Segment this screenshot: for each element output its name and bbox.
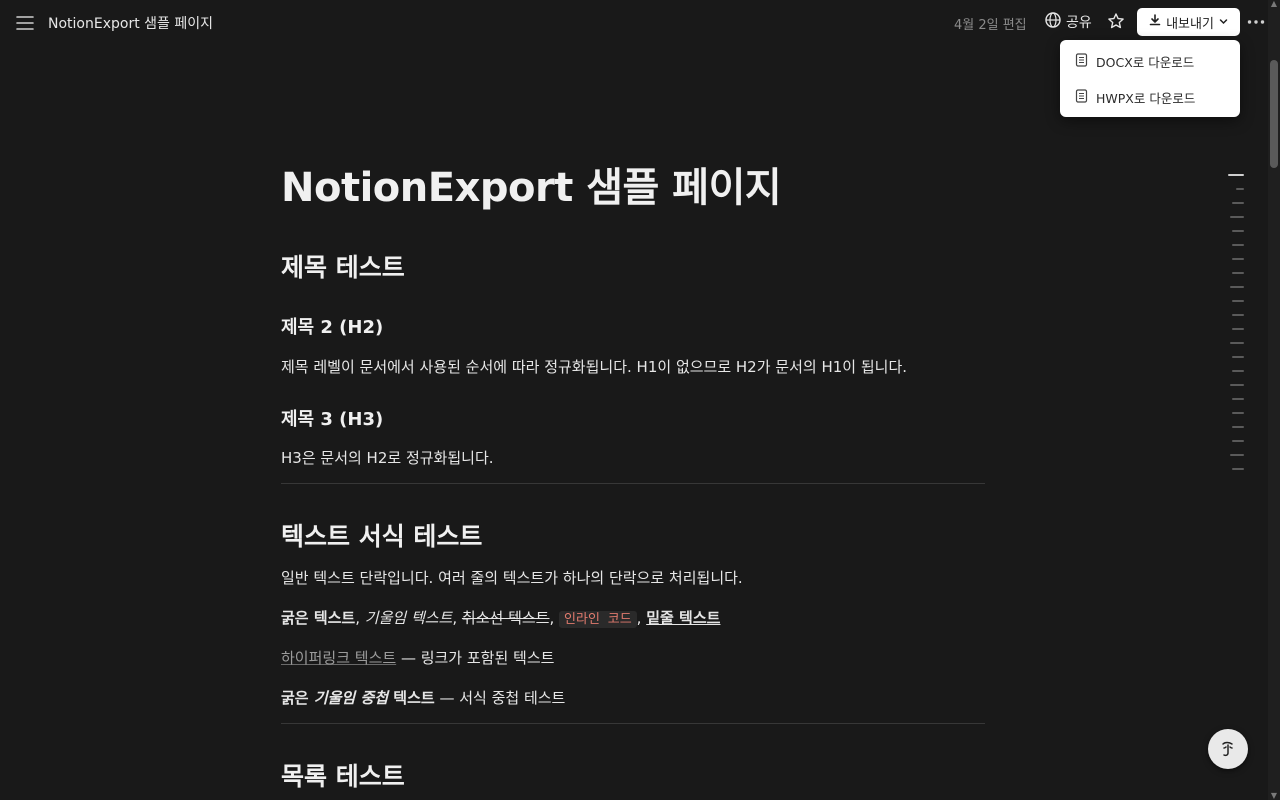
divider: [281, 723, 985, 724]
scroll-thumb[interactable]: [1270, 60, 1278, 168]
outline-entry[interactable]: [1230, 454, 1244, 456]
star-icon[interactable]: [1106, 11, 1126, 33]
paragraph-nested[interactable]: 굵은 기울임 중첩 텍스트 — 서식 중첩 테스트: [281, 687, 565, 708]
page-title[interactable]: NotionExport 샘플 페이지: [281, 155, 782, 213]
export-dropdown-menu: DOCX로 다운로드 HWPX로 다운로드: [1060, 40, 1240, 117]
outline-entry[interactable]: [1232, 468, 1244, 470]
outline-entry[interactable]: [1232, 328, 1244, 330]
outline-entry[interactable]: [1230, 342, 1244, 344]
outline-entry[interactable]: [1230, 286, 1244, 288]
menu-item-download-docx[interactable]: DOCX로 다운로드: [1060, 43, 1240, 79]
notion-ai-face-icon[interactable]: [1208, 729, 1248, 769]
outline-entry[interactable]: [1232, 356, 1244, 358]
outline-entry[interactable]: [1232, 230, 1244, 232]
outline-entry[interactable]: [1230, 384, 1244, 386]
paragraph-formatting[interactable]: 굵은 텍스트, 기울임 텍스트, 취소선 텍스트, 인라인 코드, 밑줄 텍스트: [281, 607, 720, 628]
breadcrumb-page-title[interactable]: NotionExport 샘플 페이지: [48, 13, 213, 33]
hyperlink[interactable]: 하이퍼링크 텍스트: [281, 649, 396, 667]
inline-code: 인라인 코드: [559, 611, 637, 628]
outline-entry[interactable]: [1232, 300, 1244, 302]
globe-icon: [1044, 11, 1062, 33]
share-label: 공유: [1066, 15, 1092, 31]
more-horizontal-icon[interactable]: [1246, 12, 1266, 32]
paragraph-plain[interactable]: 일반 텍스트 단락입니다. 여러 줄의 텍스트가 하나의 단락으로 처리됩니다.: [281, 567, 743, 588]
outline-entry[interactable]: [1232, 398, 1244, 400]
heading-h2[interactable]: 제목 2 (H2): [281, 313, 383, 339]
italic-text: 기울임 텍스트: [364, 609, 453, 627]
outline-entry[interactable]: [1228, 174, 1244, 176]
document-icon: [1075, 88, 1088, 106]
outline-entry[interactable]: [1232, 202, 1244, 204]
paragraph-h2[interactable]: 제목 레벨이 문서에서 사용된 순서에 따라 정규화됩니다. H1이 없으므로 …: [281, 356, 907, 377]
menu-item-label: DOCX로 다운로드: [1096, 54, 1195, 70]
share-button[interactable]: 공유: [1044, 11, 1092, 33]
outline-entry[interactable]: [1236, 188, 1244, 190]
paragraph-h3[interactable]: H3은 문서의 H2로 정규화됩니다.: [281, 447, 494, 468]
outline-entry[interactable]: [1232, 244, 1244, 246]
menu-item-label: HWPX로 다운로드: [1096, 90, 1196, 106]
menu-item-download-hwpx[interactable]: HWPX로 다운로드: [1060, 79, 1240, 115]
last-edited-label: 4월 2일 편집: [954, 18, 1027, 33]
export-button[interactable]: 내보내기: [1137, 8, 1240, 36]
heading-h3[interactable]: 제목 3 (H3): [281, 405, 383, 431]
underline-text: 밑줄 텍스트: [646, 609, 721, 627]
table-of-contents-outline[interactable]: [1224, 170, 1248, 480]
scroll-up-arrow-icon[interactable]: ▲: [1270, 0, 1278, 8]
paragraph-link: 하이퍼링크 텍스트 — 링크가 포함된 텍스트: [281, 649, 555, 667]
outline-entry[interactable]: [1232, 370, 1244, 372]
export-label: 내보내기: [1166, 16, 1214, 32]
heading-sec2[interactable]: 텍스트 서식 테스트: [281, 517, 482, 553]
hamburger-menu-icon[interactable]: [14, 12, 36, 34]
topbar: NotionExport 샘플 페이지 4월 2일 편집 공유 내보내기: [0, 0, 1268, 45]
heading-sec3[interactable]: 목록 테스트: [281, 757, 405, 793]
outline-entry[interactable]: [1232, 258, 1244, 260]
bold-italic-text: 기울임 중첩: [313, 689, 389, 707]
scroll-down-arrow-icon[interactable]: ▼: [1270, 792, 1278, 800]
heading-sec1[interactable]: 제목 테스트: [281, 248, 405, 284]
scrollbar[interactable]: ▲ ▼: [1268, 0, 1280, 800]
outline-entry[interactable]: [1232, 412, 1244, 414]
outline-entry[interactable]: [1232, 426, 1244, 428]
bold-text: 굵은 텍스트: [281, 609, 356, 627]
outline-entry[interactable]: [1232, 440, 1244, 442]
outline-entry[interactable]: [1232, 272, 1244, 274]
document-icon: [1075, 52, 1088, 70]
strike-text: 취소선 텍스트: [461, 609, 550, 627]
chevron-down-icon: [1219, 15, 1228, 30]
outline-entry[interactable]: [1232, 314, 1244, 316]
outline-entry[interactable]: [1230, 216, 1244, 218]
divider: [281, 483, 985, 484]
download-icon: [1149, 14, 1161, 30]
